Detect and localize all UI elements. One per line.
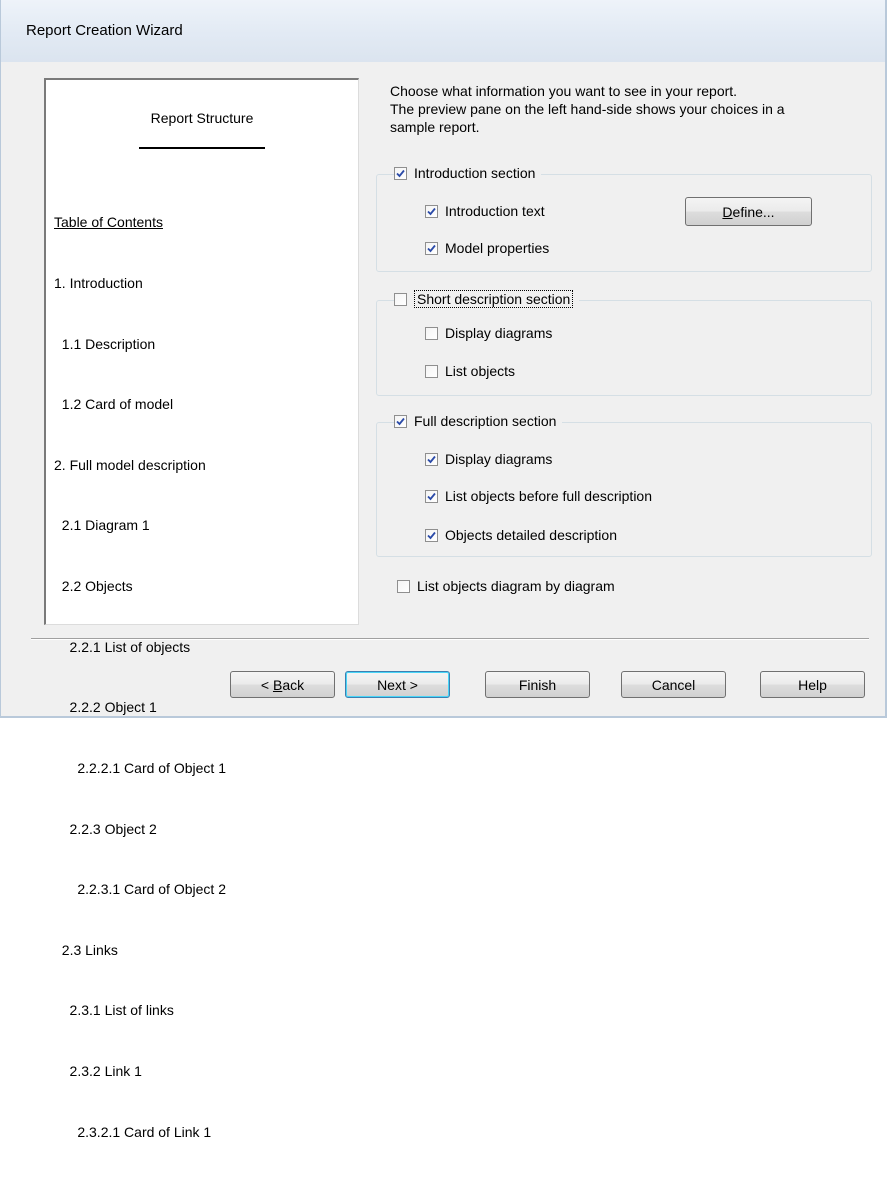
full-display-diagrams-label: Display diagrams bbox=[445, 451, 553, 467]
instructions-text: Choose what information you want to see … bbox=[390, 82, 880, 136]
instructions-line-1: Choose what information you want to see … bbox=[390, 83, 738, 99]
objects-detailed-description-checkbox[interactable]: Objects detailed description bbox=[425, 527, 623, 543]
model-properties-checkbox[interactable]: Model properties bbox=[425, 240, 556, 256]
list-objects-diagram-by-diagram-checkbox[interactable]: List objects diagram by diagram bbox=[397, 578, 621, 594]
introduction-text-checkbox[interactable]: Introduction text bbox=[425, 203, 551, 219]
finish-label: Finish bbox=[518, 676, 557, 693]
short-list-objects-checkbox[interactable]: List objects bbox=[425, 363, 522, 379]
finish-button[interactable]: Finish bbox=[485, 671, 590, 698]
checkbox-box[interactable] bbox=[425, 452, 438, 466]
instructions-line-3: sample report. bbox=[390, 119, 480, 135]
back-button[interactable]: < Back bbox=[230, 671, 335, 698]
cancel-button[interactable]: Cancel bbox=[621, 671, 726, 698]
help-label: Help bbox=[798, 676, 827, 693]
back-label: ack bbox=[282, 676, 305, 693]
report-structure-heading: Report Structure bbox=[150, 110, 254, 126]
next-label: Next > bbox=[377, 676, 418, 693]
toc-item: 2.3 Links bbox=[54, 941, 118, 958]
introduction-section-checkbox[interactable]: Introduction section bbox=[394, 165, 542, 181]
introduction-text-label: Introduction text bbox=[445, 203, 545, 219]
full-display-diagrams-checkbox[interactable]: Display diagrams bbox=[425, 451, 559, 467]
window-title: Report Creation Wizard bbox=[26, 22, 183, 39]
toc-item: 2.3.1 List of links bbox=[54, 1002, 174, 1019]
toc-item: 1. Introduction bbox=[54, 275, 143, 292]
short-description-group bbox=[376, 300, 872, 396]
wizard-window: Report Creation Wizard Report Structure … bbox=[0, 0, 887, 1140]
toc-item: 2.2.2.1 Card of Object 1 bbox=[54, 759, 226, 776]
list-objects-before-full-description-checkbox[interactable]: List objects before full description bbox=[425, 488, 658, 504]
cancel-label: Cancel bbox=[651, 676, 696, 693]
toc-item: 2.2 Objects bbox=[54, 578, 133, 595]
short-description-section-checkbox[interactable]: Short description section bbox=[394, 290, 580, 308]
short-display-diagrams-label: Display diagrams bbox=[445, 325, 553, 341]
toc-item: 2.1 Diagram 1 bbox=[54, 517, 150, 534]
toc-item: 2. Full model description bbox=[54, 456, 206, 473]
checkbox-box[interactable] bbox=[425, 489, 438, 503]
heading-underline bbox=[139, 147, 265, 149]
instructions-line-2: The preview pane on the left hand-side s… bbox=[390, 101, 785, 117]
define-accesskey: D bbox=[722, 203, 733, 220]
toc-title: Table of Contents bbox=[54, 214, 163, 231]
short-display-diagrams-checkbox[interactable]: Display diagrams bbox=[425, 325, 559, 341]
table-of-contents: Table of Contents 1. Introduction 1.1 De… bbox=[54, 172, 226, 1182]
back-accesskey: B bbox=[272, 676, 283, 693]
define-button[interactable]: Define... bbox=[685, 197, 812, 226]
help-button[interactable]: Help bbox=[760, 671, 865, 698]
title-bar: Report Creation Wizard bbox=[1, 0, 885, 62]
short-description-section-label: Short description section bbox=[414, 290, 574, 308]
next-button[interactable]: Next > bbox=[345, 671, 450, 698]
toc-item: 1.1 Description bbox=[54, 335, 156, 352]
toc-item: 1.2 Card of model bbox=[54, 396, 174, 413]
checkbox-box[interactable] bbox=[394, 414, 407, 428]
toc-item: 2.3.2.1 Card of Link 1 bbox=[54, 1123, 212, 1140]
introduction-section-label: Introduction section bbox=[414, 165, 536, 181]
checkbox-box[interactable] bbox=[425, 241, 438, 255]
checkbox-box[interactable] bbox=[425, 204, 438, 218]
toc-item: 2.2.2 Object 1 bbox=[54, 699, 157, 716]
define-label: efine... bbox=[732, 203, 775, 220]
checkbox-box[interactable] bbox=[394, 292, 407, 306]
short-list-objects-label: List objects bbox=[445, 363, 516, 379]
checkbox-box[interactable] bbox=[425, 364, 438, 378]
toc-item: 2.3.2 Link 1 bbox=[54, 1062, 142, 1079]
checkbox-box[interactable] bbox=[425, 528, 438, 542]
list-objects-diagram-by-diagram-label: List objects diagram by diagram bbox=[417, 578, 615, 594]
full-description-section-label: Full description section bbox=[414, 413, 557, 429]
button-separator bbox=[31, 638, 869, 640]
report-preview-pane[interactable]: Report Structure Table of Contents 1. In… bbox=[44, 78, 359, 1140]
checkbox-box[interactable] bbox=[394, 166, 407, 180]
back-prefix: < bbox=[260, 676, 273, 693]
toc-item: 2.2.3 Object 2 bbox=[54, 820, 157, 837]
objects-detailed-description-label: Objects detailed description bbox=[445, 527, 617, 543]
model-properties-label: Model properties bbox=[445, 240, 550, 256]
checkbox-box[interactable] bbox=[425, 326, 438, 340]
full-description-section-checkbox[interactable]: Full description section bbox=[394, 413, 563, 429]
list-objects-before-full-description-label: List objects before full description bbox=[445, 488, 652, 504]
checkbox-box[interactable] bbox=[397, 579, 410, 593]
toc-item: 2.2.3.1 Card of Object 2 bbox=[54, 881, 226, 898]
